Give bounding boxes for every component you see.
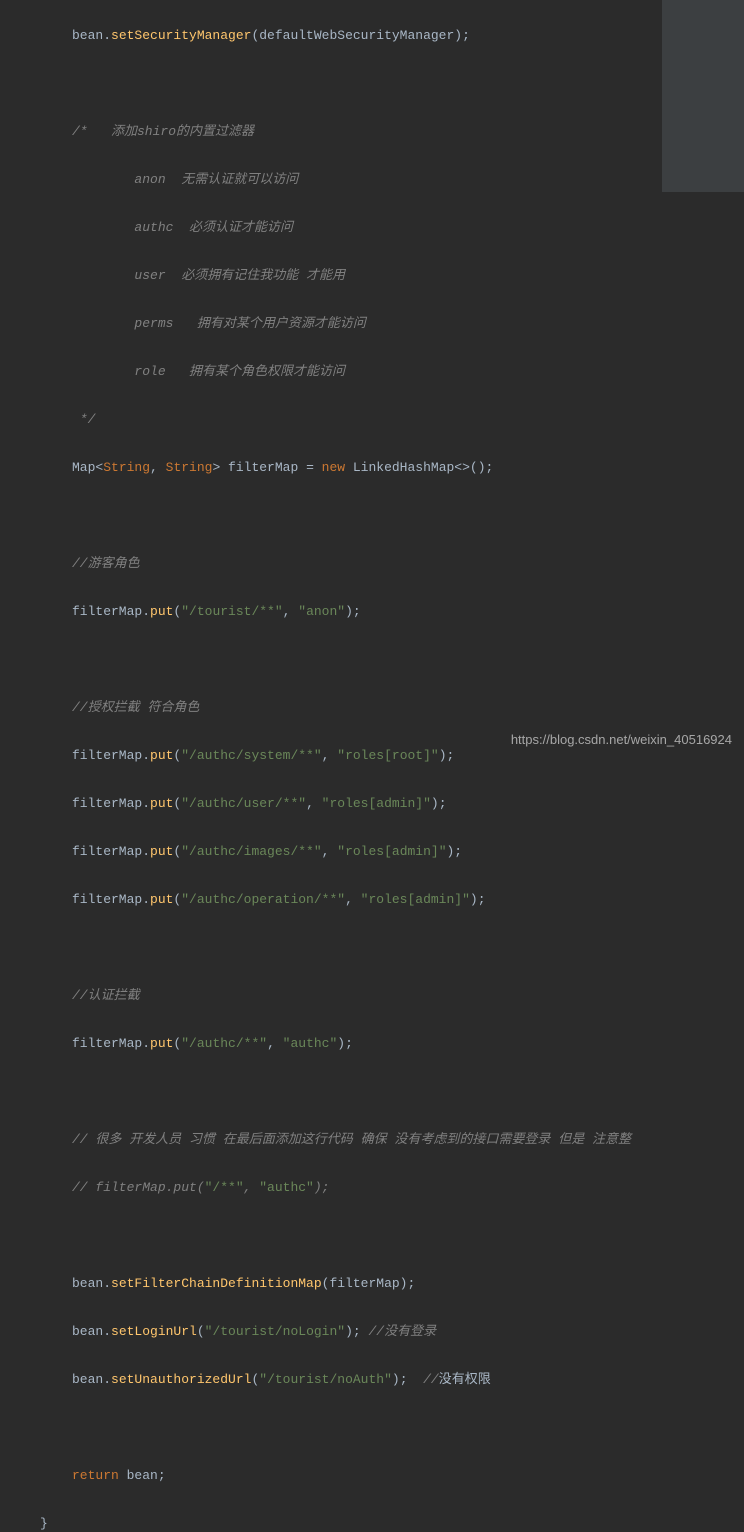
code-line: //授权拦截 符合角色 bbox=[72, 696, 744, 720]
code-line: authc 必须认证才能访问 bbox=[72, 216, 744, 240]
watermark-text: https://blog.csdn.net/weixin_40516924 bbox=[511, 728, 732, 752]
code-line: */ bbox=[72, 408, 744, 432]
code-line bbox=[72, 936, 744, 960]
code-line: } bbox=[40, 1512, 744, 1532]
code-line: role 拥有某个角色权限才能访问 bbox=[72, 360, 744, 384]
code-line: return bean; bbox=[72, 1464, 744, 1488]
code-line bbox=[72, 1224, 744, 1248]
code-line: Map<String, String> filterMap = new Link… bbox=[72, 456, 744, 480]
code-line: //游客角色 bbox=[72, 552, 744, 576]
code-line: /* 添加shiro的内置过滤器 bbox=[72, 120, 744, 144]
code-line: user 必须拥有记住我功能 才能用 bbox=[72, 264, 744, 288]
code-editor[interactable]: bean.setSecurityManager(defaultWebSecuri… bbox=[0, 0, 744, 1532]
code-line: bean.setLoginUrl("/tourist/noLogin"); //… bbox=[72, 1320, 744, 1344]
code-line: // filterMap.put("/**", "authc"); bbox=[72, 1176, 744, 1200]
code-line bbox=[72, 648, 744, 672]
code-line: filterMap.put("/tourist/**", "anon"); bbox=[72, 600, 744, 624]
code-line: // 很多 开发人员 习惯 在最后面添加这行代码 确保 没有考虑到的接口需要登录… bbox=[72, 1128, 744, 1152]
code-line: filterMap.put("/authc/images/**", "roles… bbox=[72, 840, 744, 864]
code-line: bean.setSecurityManager(defaultWebSecuri… bbox=[72, 24, 744, 48]
code-line: bean.setFilterChainDefinitionMap(filterM… bbox=[72, 1272, 744, 1296]
code-line bbox=[72, 504, 744, 528]
code-line bbox=[72, 1080, 744, 1104]
code-line: filterMap.put("/authc/operation/**", "ro… bbox=[72, 888, 744, 912]
code-line: anon 无需认证就可以访问 bbox=[72, 168, 744, 192]
code-line: filterMap.put("/authc/**", "authc"); bbox=[72, 1032, 744, 1056]
code-line bbox=[72, 72, 744, 96]
code-line: bean.setUnauthorizedUrl("/tourist/noAuth… bbox=[72, 1368, 744, 1392]
code-line: filterMap.put("/authc/user/**", "roles[a… bbox=[72, 792, 744, 816]
code-line: perms 拥有对某个用户资源才能访问 bbox=[72, 312, 744, 336]
code-line bbox=[72, 1416, 744, 1440]
code-line: //认证拦截 bbox=[72, 984, 744, 1008]
